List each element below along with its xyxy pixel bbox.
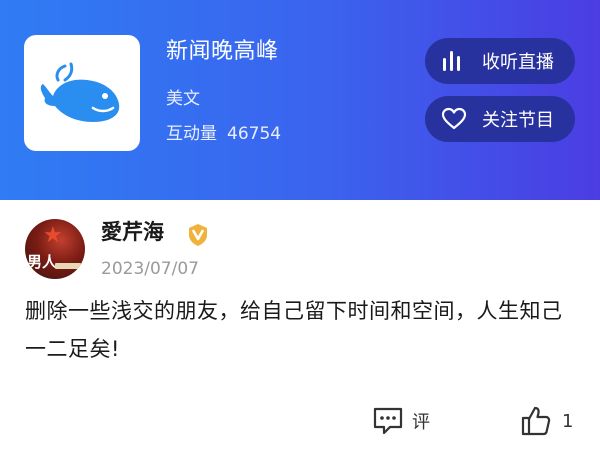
listen-live-button[interactable]: 收听直播 [425,38,575,84]
heart-icon [440,105,468,133]
avatar[interactable]: ★ 男人 [25,219,85,279]
listen-live-label: 收听直播 [482,52,554,73]
comment-label: 评 [412,412,430,433]
whale-icon [40,62,120,122]
program-header: 新闻晚高峰 美文 互动量 46754 收听直播 关注节目 [0,0,600,200]
thumbs-up-icon [521,406,551,436]
audio-bars-icon [440,47,468,75]
follow-program-button[interactable]: 关注节目 [425,96,575,142]
avatar-strip [55,263,81,269]
post-username[interactable]: 愛芹海 [101,216,164,248]
like-count: 1 [562,410,574,432]
star-icon: ★ [43,223,63,248]
program-title: 新闻晚高峰 [166,39,279,64]
comment-icon [373,407,403,435]
interaction-stat: 互动量 46754 [166,121,281,147]
post-body: 删除一些浅交的朋友，给自己留下时间和空间，人生知己一二足矣! [25,299,563,361]
program-host: 美文 [166,89,200,109]
like-button[interactable]: 1 [520,404,573,438]
vip-v-icon [189,224,207,246]
interaction-count: 46754 [227,124,282,144]
comment-button[interactable]: 评 [372,404,430,438]
program-logo [24,35,140,151]
follow-program-label: 关注节目 [482,110,554,131]
interaction-label: 互动量 [166,124,217,144]
post-date: 2023/07/07 [101,259,199,279]
avatar-text: 男人 [27,253,58,271]
